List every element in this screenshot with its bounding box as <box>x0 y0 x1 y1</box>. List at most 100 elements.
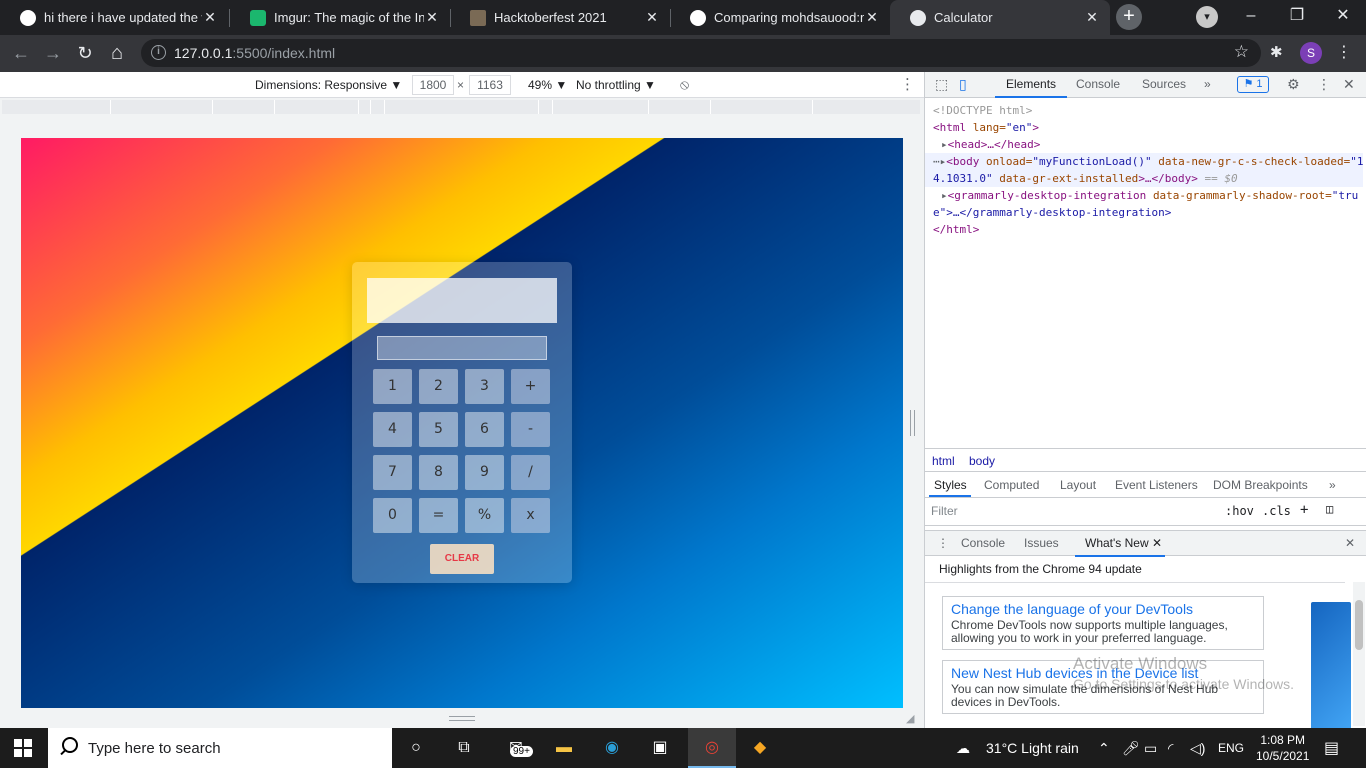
close-icon[interactable]: ✕ <box>1084 9 1100 26</box>
drawer-tab-whats-new[interactable]: What's New ✕ <box>1085 536 1162 550</box>
close-icon[interactable]: ✕ <box>644 9 660 26</box>
zoom-dropdown[interactable]: 49% ▼ <box>528 78 567 92</box>
device-more-icon[interactable]: ⋮ <box>900 75 915 93</box>
key-7[interactable]: 7 <box>373 455 412 490</box>
key-minus[interactable]: - <box>511 412 550 447</box>
tab-search-icon[interactable]: ▾ <box>1196 6 1218 28</box>
tab-styles[interactable]: Styles <box>934 478 967 492</box>
tab-elements[interactable]: Elements <box>1006 77 1056 91</box>
tab-imgur[interactable]: Imgur: The magic of the Inter ✕ <box>230 0 450 35</box>
tab-hacktoberfest[interactable]: Hacktoberfest 2021 ✕ <box>450 0 670 35</box>
key-multiply[interactable]: x <box>511 498 550 533</box>
device-toggle-icon[interactable]: ▯ <box>959 76 967 93</box>
chrome-icon[interactable]: ◎ <box>700 736 724 760</box>
address-bar[interactable]: i 127.0.0.1:5500/index.html ☆ <box>141 39 1261 67</box>
key-0[interactable]: 0 <box>373 498 412 533</box>
tab-dom-breakpoints[interactable]: DOM Breakpoints <box>1213 478 1308 492</box>
edge-icon[interactable]: ◉ <box>600 736 624 760</box>
close-icon[interactable]: ✕ <box>1152 536 1162 550</box>
dimensions-dropdown[interactable]: Dimensions: Responsive ▼ <box>255 78 402 92</box>
cls-button[interactable]: .cls <box>1262 504 1291 518</box>
key-6[interactable]: 6 <box>465 412 504 447</box>
bottom-resize-handle[interactable] <box>449 716 475 721</box>
video-thumbnail[interactable] <box>1311 602 1351 728</box>
language-indicator[interactable]: ENG <box>1218 741 1244 755</box>
dom-html-close[interactable]: </html> <box>933 221 1363 238</box>
reload-button[interactable]: ↻ <box>72 41 98 67</box>
tab-event-listeners[interactable]: Event Listeners <box>1115 478 1198 492</box>
tab-layout[interactable]: Layout <box>1060 478 1096 492</box>
bookmark-star-icon[interactable]: ☆ <box>1234 42 1249 62</box>
url-text[interactable]: 127.0.0.1:5500/index.html <box>174 45 335 61</box>
key-8[interactable]: 8 <box>419 455 458 490</box>
new-tab-button[interactable]: + <box>1116 4 1142 30</box>
key-3[interactable]: 3 <box>465 369 504 404</box>
close-icon[interactable]: ✕ <box>864 9 880 26</box>
tab-github-update[interactable]: hi there i have updated the w ✕ <box>0 0 228 35</box>
dom-html-node[interactable]: <html lang="en"> <box>933 119 1363 136</box>
forward-button[interactable]: → <box>40 41 66 67</box>
hov-button[interactable]: :hov <box>1225 504 1254 518</box>
more-tabs-icon[interactable]: » <box>1204 77 1211 91</box>
inspect-icon[interactable]: ⬚ <box>935 76 948 93</box>
whats-new-card[interactable]: Change the language of your DevTools Chr… <box>942 596 1264 650</box>
volume-icon[interactable]: ◁) <box>1190 740 1205 757</box>
windows-start-icon[interactable] <box>14 739 32 757</box>
drawer-menu-icon[interactable]: ⋮ <box>937 536 949 550</box>
taskbar-search[interactable]: Type here to search <box>48 728 392 768</box>
weather-icon[interactable]: ☁ <box>956 740 970 757</box>
close-icon[interactable]: ✕ <box>202 9 218 26</box>
key-1[interactable]: 1 <box>373 369 412 404</box>
devtools-close-icon[interactable]: ✕ <box>1343 76 1355 93</box>
key-2[interactable]: 2 <box>419 369 458 404</box>
throttling-dropdown[interactable]: No throttling ▼ <box>576 78 656 92</box>
task-view-icon[interactable]: ⧉ <box>452 736 476 760</box>
notifications-icon[interactable]: ▤ <box>1324 738 1339 758</box>
back-button[interactable]: ← <box>8 41 34 67</box>
calculator-input[interactable] <box>377 336 547 360</box>
filter-input[interactable]: Filter <box>931 504 958 518</box>
card-title[interactable]: New Nest Hub devices in the Device list <box>951 665 1255 681</box>
tab-calculator[interactable]: Calculator ✕ <box>890 0 1110 35</box>
battery-icon[interactable]: ▭ <box>1144 740 1157 757</box>
calculator-display[interactable] <box>367 278 557 323</box>
key-9[interactable]: 9 <box>465 455 504 490</box>
key-4[interactable]: 4 <box>373 412 412 447</box>
tab-sources[interactable]: Sources <box>1142 77 1186 91</box>
key-percent[interactable]: % <box>465 498 504 533</box>
minimize-button[interactable]: – <box>1228 0 1274 35</box>
git-icon[interactable]: ◆ <box>748 736 772 760</box>
microphone-icon[interactable]: 🎤︎ <box>1122 740 1140 757</box>
cortana-icon[interactable]: ○ <box>404 736 428 760</box>
clear-button[interactable]: CLEAR <box>430 544 494 574</box>
drawer-close-icon[interactable]: ✕ <box>1345 536 1355 550</box>
media-query-bar[interactable] <box>2 100 920 114</box>
whats-new-card[interactable]: New Nest Hub devices in the Device list … <box>942 660 1264 714</box>
maximize-button[interactable]: ❐ <box>1274 0 1320 35</box>
card-title[interactable]: Change the language of your DevTools <box>951 601 1255 617</box>
sidebar-toggle-icon[interactable]: ◫ <box>1326 502 1333 516</box>
drawer-tab-console[interactable]: Console <box>961 536 1005 550</box>
breadcrumb-body[interactable]: body <box>969 454 995 468</box>
clock[interactable]: 1:08 PM 10/5/2021 <box>1256 732 1309 764</box>
home-button[interactable]: ⌂ <box>104 41 130 67</box>
tab-github-compare[interactable]: Comparing mohdsauood:ma ✕ <box>670 0 890 35</box>
issues-badge[interactable]: ⚑ 1 <box>1237 76 1269 93</box>
weather-text[interactable]: 31°C Light rain <box>986 740 1079 756</box>
side-resize-handle[interactable] <box>910 410 915 436</box>
extensions-icon[interactable]: ✱ <box>1270 43 1283 61</box>
rotate-icon[interactable]: ⦸ <box>680 76 689 93</box>
settings-gear-icon[interactable]: ⚙ <box>1287 76 1300 93</box>
corner-resize-icon[interactable]: ◢ <box>906 712 918 725</box>
drawer-tab-issues[interactable]: Issues <box>1024 536 1059 550</box>
wifi-icon[interactable]: ◜ <box>1168 740 1173 757</box>
dom-doctype[interactable]: <!DOCTYPE html> <box>933 102 1363 119</box>
profile-avatar[interactable]: S <box>1300 42 1322 64</box>
tab-console[interactable]: Console <box>1076 77 1120 91</box>
more-style-tabs-icon[interactable]: » <box>1329 478 1336 492</box>
add-rule-button[interactable]: + <box>1300 502 1308 518</box>
browser-menu-icon[interactable]: ⋮ <box>1336 42 1352 62</box>
window-close-button[interactable]: ✕ <box>1320 0 1366 35</box>
dom-head-node[interactable]: ▸<head>…</head> <box>933 136 1363 153</box>
close-icon[interactable]: ✕ <box>424 9 440 26</box>
